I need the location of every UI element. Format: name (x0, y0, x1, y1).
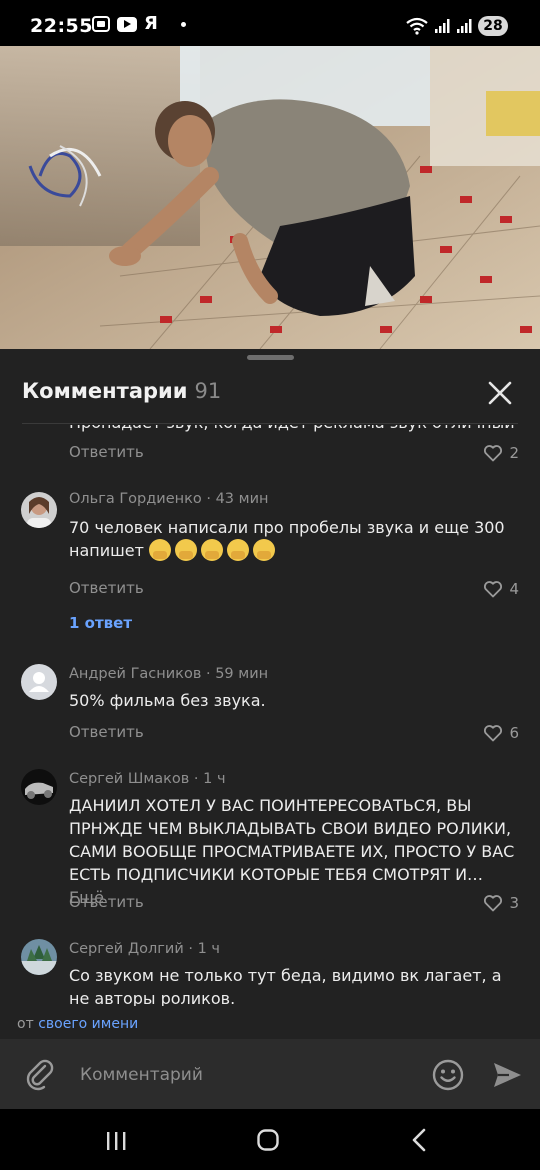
emoji-icon (149, 539, 172, 561)
comment-author[interactable]: Сергей Шмаков · 1 ч (69, 771, 226, 787)
screen-record-icon (92, 16, 110, 32)
replies-link[interactable]: 1 ответ (69, 614, 132, 632)
avatar[interactable] (21, 492, 57, 528)
comments-count: 91 (194, 379, 222, 403)
signal-icon-2 (457, 19, 472, 33)
like-button[interactable]: 4 (483, 580, 519, 598)
header-divider (22, 423, 518, 424)
comments-list[interactable]: Пропадает звук, когда идет реклама звук … (0, 425, 540, 1006)
youtube-icon (117, 16, 137, 32)
status-app-icons: Я (92, 13, 186, 34)
send-icon[interactable] (491, 1060, 523, 1090)
heart-icon (484, 895, 503, 912)
comment-input[interactable] (80, 1061, 410, 1089)
reply-button[interactable]: Ответить (69, 579, 144, 597)
emoji-icon (227, 539, 250, 561)
post-as-name[interactable]: своего имени (38, 1016, 138, 1032)
comment-text-block: ДАНИИЛ ХОТЕЛ У ВАС ПОИНТЕРЕСОВАТЬСЯ, ВЫ … (69, 794, 521, 909)
heart-icon (484, 581, 503, 598)
comment-text: Со звуком не только тут беда, видимо вк … (69, 966, 502, 1006)
back-icon[interactable] (410, 1128, 428, 1152)
like-button[interactable]: 3 (483, 894, 519, 912)
reply-button[interactable]: Ответить (69, 893, 144, 911)
emoji-row (149, 539, 279, 561)
status-time: 22:55 (30, 15, 93, 37)
like-count: 6 (509, 724, 519, 742)
comment-author[interactable]: Ольга Гордиенко · 43 мин (69, 491, 268, 507)
compose-bar (0, 1039, 540, 1109)
emoji-icon (201, 539, 224, 561)
comment-text: 50% фильма без звука. (69, 691, 266, 710)
paperclip-icon[interactable] (23, 1057, 57, 1091)
comments-header: Комментарии 91 (22, 379, 221, 409)
signal-icon (435, 19, 450, 33)
comment-text: 70 человек написали про пробелы звука и … (69, 518, 505, 560)
comments-title: Комментарии (22, 379, 188, 403)
reply-button[interactable]: Ответить (69, 443, 144, 461)
system-nav-bar (0, 1109, 540, 1170)
like-button[interactable]: 2 (483, 444, 519, 462)
avatar[interactable] (21, 769, 57, 805)
notification-dot-icon (180, 21, 186, 27)
like-count: 3 (509, 894, 519, 912)
like-count: 2 (509, 444, 519, 462)
avatar[interactable] (21, 664, 57, 700)
comment-text-block: 70 человек написали про пробелы звука и … (69, 516, 521, 562)
emoji-icon (175, 539, 198, 561)
battery-indicator: 28 (478, 16, 508, 36)
smile-icon[interactable] (431, 1058, 465, 1092)
status-indicators: 28 (406, 16, 508, 36)
drag-handle[interactable] (247, 355, 294, 360)
comments-sheet: Комментарии 91 Пропадает звук, когда иде… (0, 349, 540, 1109)
heart-icon (484, 725, 503, 742)
status-bar: 22:55 Я 28 (0, 0, 540, 52)
reply-button[interactable]: Ответить (69, 723, 144, 741)
like-button[interactable]: 6 (483, 724, 519, 742)
wifi-icon (406, 17, 428, 35)
post-as-prefix: от (17, 1016, 34, 1032)
heart-icon (484, 445, 503, 462)
post-as-line[interactable]: от своего имени (17, 1016, 138, 1032)
comment-text: Пропадает звук, когда идет реклама звук … (69, 425, 521, 434)
comment-author[interactable]: Андрей Гасников · 59 мин (69, 666, 268, 682)
yandex-icon: Я (144, 13, 158, 34)
avatar[interactable] (21, 939, 57, 975)
video-player[interactable] (0, 46, 540, 349)
emoji-icon (253, 539, 276, 561)
recents-icon[interactable] (104, 1130, 128, 1152)
comment-author[interactable]: Сергей Долгий · 1 ч (69, 941, 220, 957)
comment-text: ДАНИИЛ ХОТЕЛ У ВАС ПОИНТЕРЕСОВАТЬСЯ, ВЫ … (69, 796, 515, 884)
video-thumbnail (0, 46, 540, 349)
close-icon[interactable] (484, 377, 516, 409)
like-count: 4 (509, 580, 519, 598)
home-icon[interactable] (256, 1128, 280, 1152)
